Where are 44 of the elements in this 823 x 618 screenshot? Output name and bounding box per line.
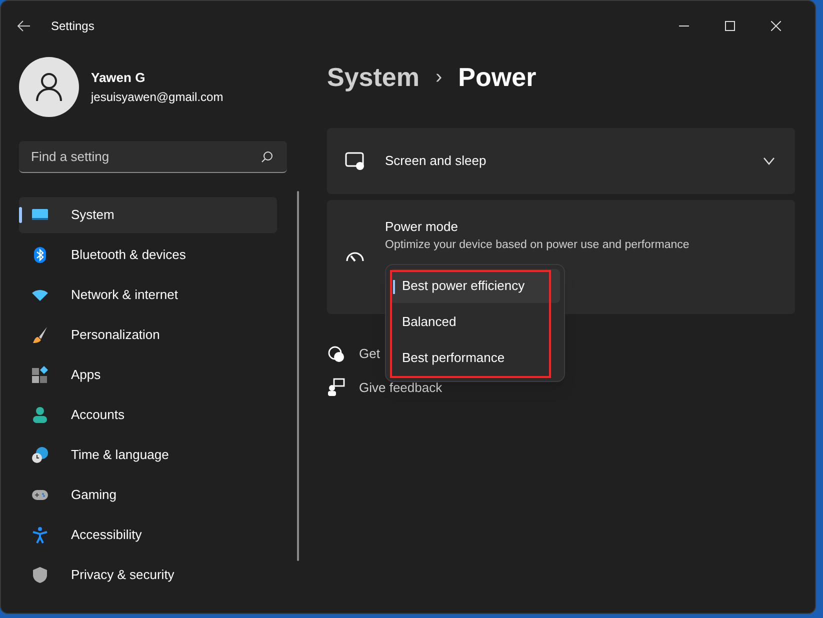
sidebar-item[interactable]: Time & language [19,437,277,473]
profile-email: jesuisyawen@gmail.com [91,88,224,106]
page-title: Power [458,60,536,94]
apps-icon [31,366,49,384]
close-icon [771,21,781,31]
card-description: Optimize your device based on power use and performance [385,238,690,252]
shield-icon [31,566,49,584]
search-field[interactable]: Find a setting [19,141,287,173]
sidebar-item[interactable]: Accessibility [19,517,277,553]
breadcrumb-separator: › [436,65,442,90]
card-title: Power mode [385,218,459,236]
sidebar-item[interactable]: Privacy & security [19,557,277,593]
profile-name: Yawen G [91,69,146,88]
search-icon [261,151,273,163]
dropdown-option[interactable]: Balanced [390,305,560,339]
help-icon [327,344,345,363]
card-title: Screen and sleep [385,152,486,170]
maximize-icon [725,21,735,31]
help-link[interactable]: Give feedback [359,378,442,397]
scrollbar[interactable] [297,191,299,561]
selection-indicator [393,280,395,294]
help-link[interactable]: Get [359,344,380,364]
sidebar-item[interactable]: Network & internet [19,277,277,313]
globe-clock-icon [31,446,49,464]
accessibility-icon [31,526,49,544]
bluetooth-icon [31,246,49,264]
monitor-moon-icon [345,152,365,170]
sidebar-item[interactable]: Apps [19,357,277,393]
screen-sleep-card[interactable]: Screen and sleep [327,128,795,194]
back-arrow-icon[interactable] [17,20,31,32]
sidebar-item[interactable]: Bluetooth & devices [19,237,277,273]
sidebar-item[interactable]: Gaming [19,477,277,513]
window-title: Settings [51,18,94,34]
feedback-icon [327,378,345,396]
person-icon [31,406,49,424]
brush-icon [31,326,49,344]
person-icon [35,72,63,102]
dropdown-option[interactable]: Best performance [390,341,560,375]
sidebar-item[interactable]: Accounts [19,397,277,433]
selection-indicator [19,207,22,223]
sidebar-item[interactable]: System [19,197,277,233]
breadcrumb-parent[interactable]: System [327,58,420,96]
dropdown-option[interactable]: Best power efficiency [390,269,560,303]
sidebar-item[interactable]: Personalization [19,317,277,353]
